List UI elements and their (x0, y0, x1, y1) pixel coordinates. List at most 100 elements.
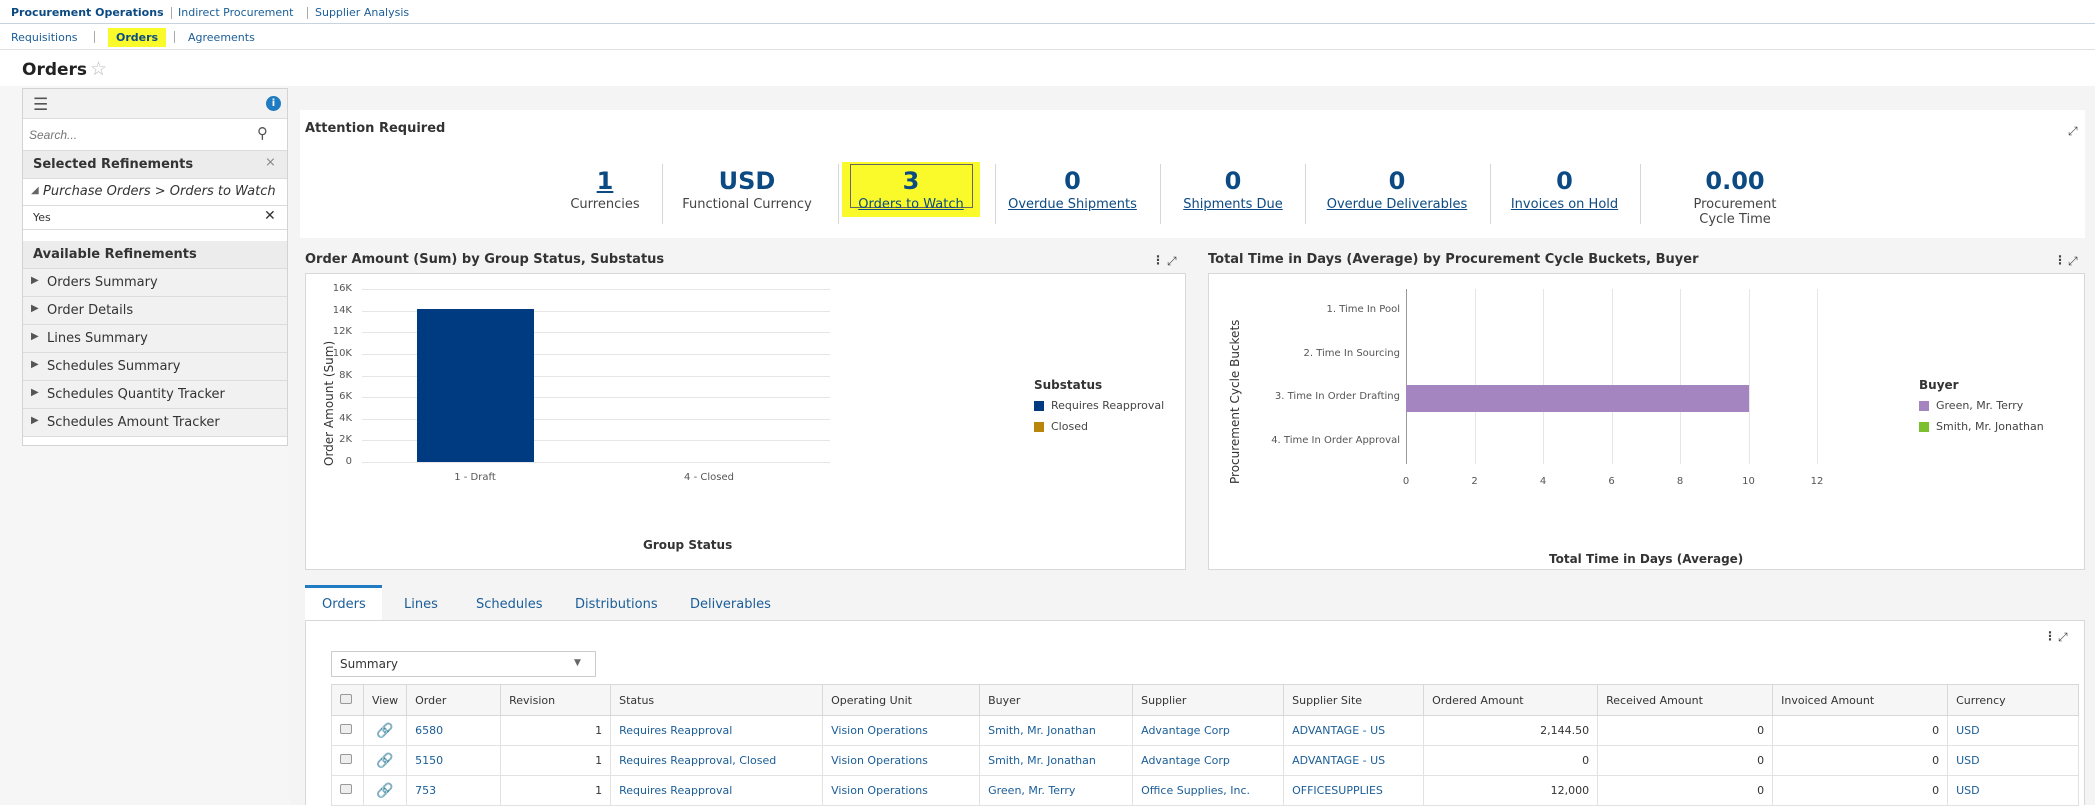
chart1-bar[interactable] (416, 309, 534, 462)
chart2-x-tick: 6 (1608, 476, 1615, 487)
chart2-maximize-icon[interactable]: ⤢ (2068, 254, 2078, 269)
kpi-value[interactable]: 1 (565, 167, 645, 197)
table-cell[interactable]: 5150 (406, 745, 502, 776)
tab-schedules[interactable]: Schedules (476, 597, 543, 612)
tab-supplier-analysis[interactable]: Supplier Analysis (315, 6, 409, 19)
chart2-y-tick: 3. Time In Order Drafting (1274, 391, 1400, 403)
col-header[interactable]: Order (406, 684, 502, 716)
refinement-lines-summary[interactable]: ▶ Lines Summary (23, 325, 287, 353)
view-cell[interactable]: 🔗 (362, 775, 408, 806)
refinement-orders-summary[interactable]: ▶ Orders Summary (23, 269, 287, 297)
table-cell: 0 (1597, 715, 1774, 746)
kpi-label[interactable]: Overdue Shipments (1000, 197, 1145, 212)
favorite-star-icon[interactable]: ☆ (90, 58, 107, 80)
expand-arrow-icon: ▶ (31, 275, 39, 286)
legend-label: Green, Mr. Terry (1936, 399, 2024, 412)
col-header[interactable]: Supplier Site (1283, 684, 1425, 716)
row-checkbox[interactable] (340, 784, 352, 794)
table-cell: Requires Reapproval (610, 715, 824, 746)
table-cell: Requires Reapproval, Closed (610, 745, 824, 776)
search-input[interactable] (29, 125, 249, 145)
table-maximize-icon[interactable]: ⤢ (2058, 630, 2068, 645)
view-cell[interactable]: 🔗 (362, 745, 408, 776)
kpi-label[interactable]: Shipments Due (1168, 197, 1298, 212)
table-cell: Smith, Mr. Jonathan (979, 715, 1134, 746)
collapse-triangle-icon[interactable]: ◢ (31, 185, 39, 196)
chart1-menu-icon[interactable]: ⋮ (1152, 253, 1164, 267)
col-header[interactable]: Invoiced Amount (1772, 684, 1949, 716)
view-link-icon[interactable]: 🔗 (376, 723, 393, 739)
chart1-maximize-icon[interactable]: ⤢ (1167, 254, 1177, 269)
select-all-header[interactable] (331, 684, 364, 716)
table-row[interactable]: 🔗 6580 1 Requires Reapproval Vision Operatio… (331, 715, 2079, 746)
kpi-label[interactable]: Orders to Watch (844, 197, 978, 212)
kpi-orders-to-watch[interactable]: 3 Orders to Watch (844, 167, 978, 212)
table-cell[interactable]: 6580 (406, 715, 502, 746)
col-header[interactable]: Buyer (979, 684, 1134, 716)
kpi-overdue-shipments[interactable]: 0 Overdue Shipments (1000, 167, 1145, 212)
view-link-icon[interactable]: 🔗 (376, 783, 393, 799)
row-checkbox[interactable] (340, 754, 352, 764)
tab-indirect-procurement[interactable]: Indirect Procurement (178, 6, 293, 19)
chart1-y-tick: 12K (332, 326, 352, 338)
clear-refinements-icon[interactable]: ⨯ (265, 155, 276, 170)
col-header[interactable]: Currency (1947, 684, 2079, 716)
col-header[interactable]: Received Amount (1597, 684, 1774, 716)
maximize-icon[interactable]: ⤢ (2068, 124, 2078, 139)
refinement-order-details[interactable]: ▶ Order Details (23, 297, 287, 325)
checkbox[interactable] (340, 693, 352, 704)
chart1-legend-title: Substatus (1034, 378, 1103, 392)
table-cell: Vision Operations (822, 775, 981, 806)
row-select-cell[interactable] (331, 715, 364, 746)
table-cell: USD (1947, 745, 2079, 776)
refinement-label: Order Details (47, 303, 134, 318)
table-cell: 0 (1772, 715, 1949, 746)
search-icon[interactable]: ⚲ (257, 124, 268, 142)
tab-deliverables[interactable]: Deliverables (690, 597, 771, 612)
chart2-bar[interactable] (1406, 385, 1749, 412)
panel-header: ☰ i (23, 89, 287, 119)
kpi-separator (662, 164, 663, 224)
tab-agreements[interactable]: Agreements (188, 31, 255, 44)
tab-procurement-operations[interactable]: Procurement Operations (11, 6, 164, 19)
row-checkbox[interactable] (340, 724, 352, 734)
col-header[interactable]: Status (610, 684, 824, 716)
tab-orders[interactable]: Orders (108, 28, 167, 47)
refinement-schedules-summary[interactable]: ▶ Schedules Summary (23, 353, 287, 381)
tab-lines[interactable]: Lines (404, 597, 438, 612)
kpi-label[interactable]: Invoices on Hold (1497, 197, 1632, 212)
chevron-down-icon: ▼ (574, 658, 581, 668)
kpi-label[interactable]: Overdue Deliverables (1312, 197, 1482, 212)
view-cell[interactable]: 🔗 (362, 715, 408, 746)
summary-select[interactable]: Summary ▼ (331, 651, 596, 677)
kpi-separator (1490, 164, 1491, 224)
col-header[interactable]: View (362, 684, 408, 716)
hamburger-menu-icon[interactable]: ☰ (33, 95, 48, 115)
info-icon[interactable]: i (266, 96, 281, 111)
refinement-value: Yes (33, 211, 51, 224)
kpi-overdue-deliverables[interactable]: 0 Overdue Deliverables (1312, 167, 1482, 212)
table-cell[interactable]: 753 (406, 775, 502, 806)
kpi-invoices-on-hold[interactable]: 0 Invoices on Hold (1497, 167, 1632, 212)
tab-requisitions[interactable]: Requisitions (11, 31, 78, 44)
table-menu-icon[interactable]: ⋮ (2044, 629, 2056, 643)
row-select-cell[interactable] (331, 745, 364, 776)
kpi-separator (1640, 164, 1641, 224)
table-row[interactable]: 🔗 753 1 Requires Reapproval Vision Operation… (331, 775, 2079, 806)
tab-distributions[interactable]: Distributions (575, 597, 658, 612)
view-link-icon[interactable]: 🔗 (376, 753, 393, 769)
col-header[interactable]: Ordered Amount (1423, 684, 1599, 716)
kpi-procurement-cycle-time: 0.00 Procurement Cycle Time (1660, 167, 1810, 227)
col-header[interactable]: Operating Unit (822, 684, 981, 716)
row-select-cell[interactable] (331, 775, 364, 806)
table-row[interactable]: 🔗 5150 1 Requires Reapproval, Closed Vision … (331, 745, 2079, 776)
kpi-shipments-due[interactable]: 0 Shipments Due (1168, 167, 1298, 212)
remove-refinement-icon[interactable]: ✕ (264, 208, 276, 224)
col-header[interactable]: Revision (500, 684, 612, 716)
tab-orders-list[interactable]: Orders (322, 597, 366, 612)
kpi-currencies[interactable]: 1 Currencies (565, 167, 645, 212)
chart2-menu-icon[interactable]: ⋮ (2054, 253, 2066, 267)
col-header[interactable]: Supplier (1132, 684, 1285, 716)
refinement-schedules-amount-tracker[interactable]: ▶ Schedules Amount Tracker (23, 409, 287, 437)
refinement-schedules-quantity-tracker[interactable]: ▶ Schedules Quantity Tracker (23, 381, 287, 409)
